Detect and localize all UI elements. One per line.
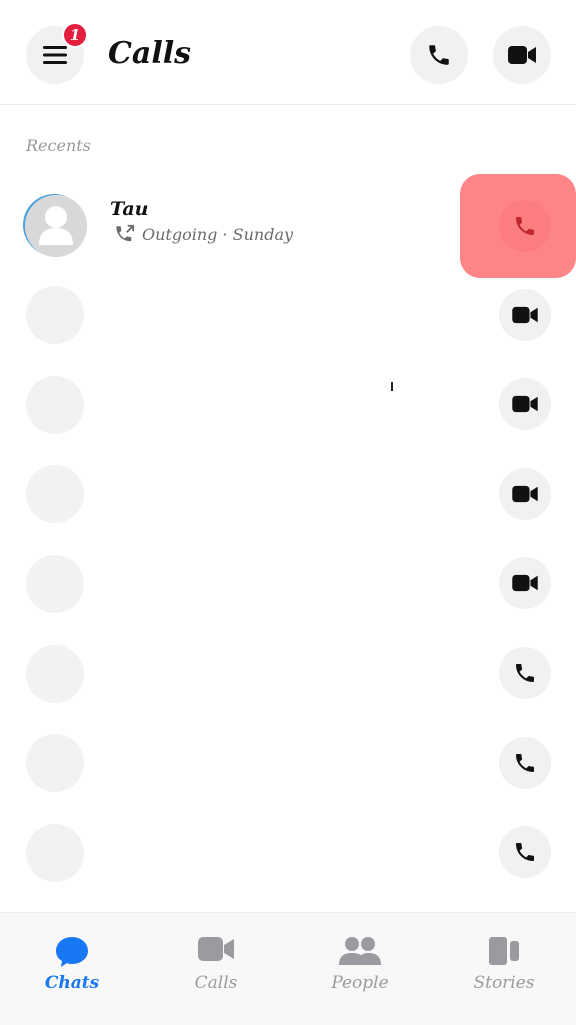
bottom-tab-bar: Chats Calls People Stories — [0, 912, 576, 1025]
video-camera-icon — [508, 46, 536, 64]
call-detail: Outgoing · Sunday — [114, 224, 293, 244]
call-back-button[interactable] — [499, 200, 551, 252]
stories-icon — [489, 937, 519, 965]
new-audio-call-button[interactable] — [410, 26, 468, 84]
audio-call-button[interactable] — [499, 826, 551, 878]
video-camera-icon — [198, 937, 234, 961]
video-camera-icon — [512, 485, 538, 503]
call-detail-text: Outgoing · Sunday — [142, 224, 294, 244]
app-header: 1 Calls — [0, 0, 576, 105]
video-call-button[interactable] — [499, 468, 551, 520]
outgoing-call-icon — [116, 224, 135, 242]
caller-name: Tau — [110, 198, 149, 220]
hamburger-icon — [43, 46, 67, 64]
chat-bubble-icon — [56, 937, 88, 967]
avatar-placeholder — [26, 645, 84, 703]
tab-people[interactable]: People — [288, 913, 432, 1025]
avatar-placeholder — [26, 734, 84, 792]
avatar-placeholder — [26, 376, 84, 434]
phone-icon — [516, 754, 534, 772]
avatar-placeholder — [26, 555, 84, 613]
tab-label: Chats — [44, 973, 100, 993]
phone-icon — [516, 217, 534, 235]
phone-icon — [516, 843, 534, 861]
video-call-button[interactable] — [499, 557, 551, 609]
video-camera-icon — [512, 306, 538, 324]
cursor-mark — [391, 382, 393, 391]
avatar-placeholder — [26, 286, 84, 344]
avatar — [25, 195, 87, 257]
phone-icon — [429, 45, 449, 65]
video-camera-icon — [512, 574, 538, 592]
tab-label: Stories — [473, 973, 535, 993]
page-title: Calls — [108, 36, 191, 71]
tab-chats[interactable]: Chats — [0, 913, 144, 1025]
recents-label: Recents — [26, 136, 91, 155]
tab-stories[interactable]: Stories — [432, 913, 576, 1025]
avatar-placeholder — [26, 824, 84, 882]
tab-label: Calls — [194, 973, 238, 993]
new-video-call-button[interactable] — [493, 26, 551, 84]
video-call-button[interactable] — [499, 378, 551, 430]
avatar-placeholder — [26, 465, 84, 523]
default-avatar-icon — [25, 195, 87, 257]
tab-label: People — [331, 973, 389, 993]
notification-badge: 1 — [62, 22, 88, 48]
people-icon — [339, 937, 381, 965]
video-call-button[interactable] — [499, 289, 551, 341]
tab-calls[interactable]: Calls — [144, 913, 288, 1025]
audio-call-button[interactable] — [499, 737, 551, 789]
phone-icon — [516, 664, 534, 682]
audio-call-button[interactable] — [499, 647, 551, 699]
video-camera-icon — [512, 395, 538, 413]
